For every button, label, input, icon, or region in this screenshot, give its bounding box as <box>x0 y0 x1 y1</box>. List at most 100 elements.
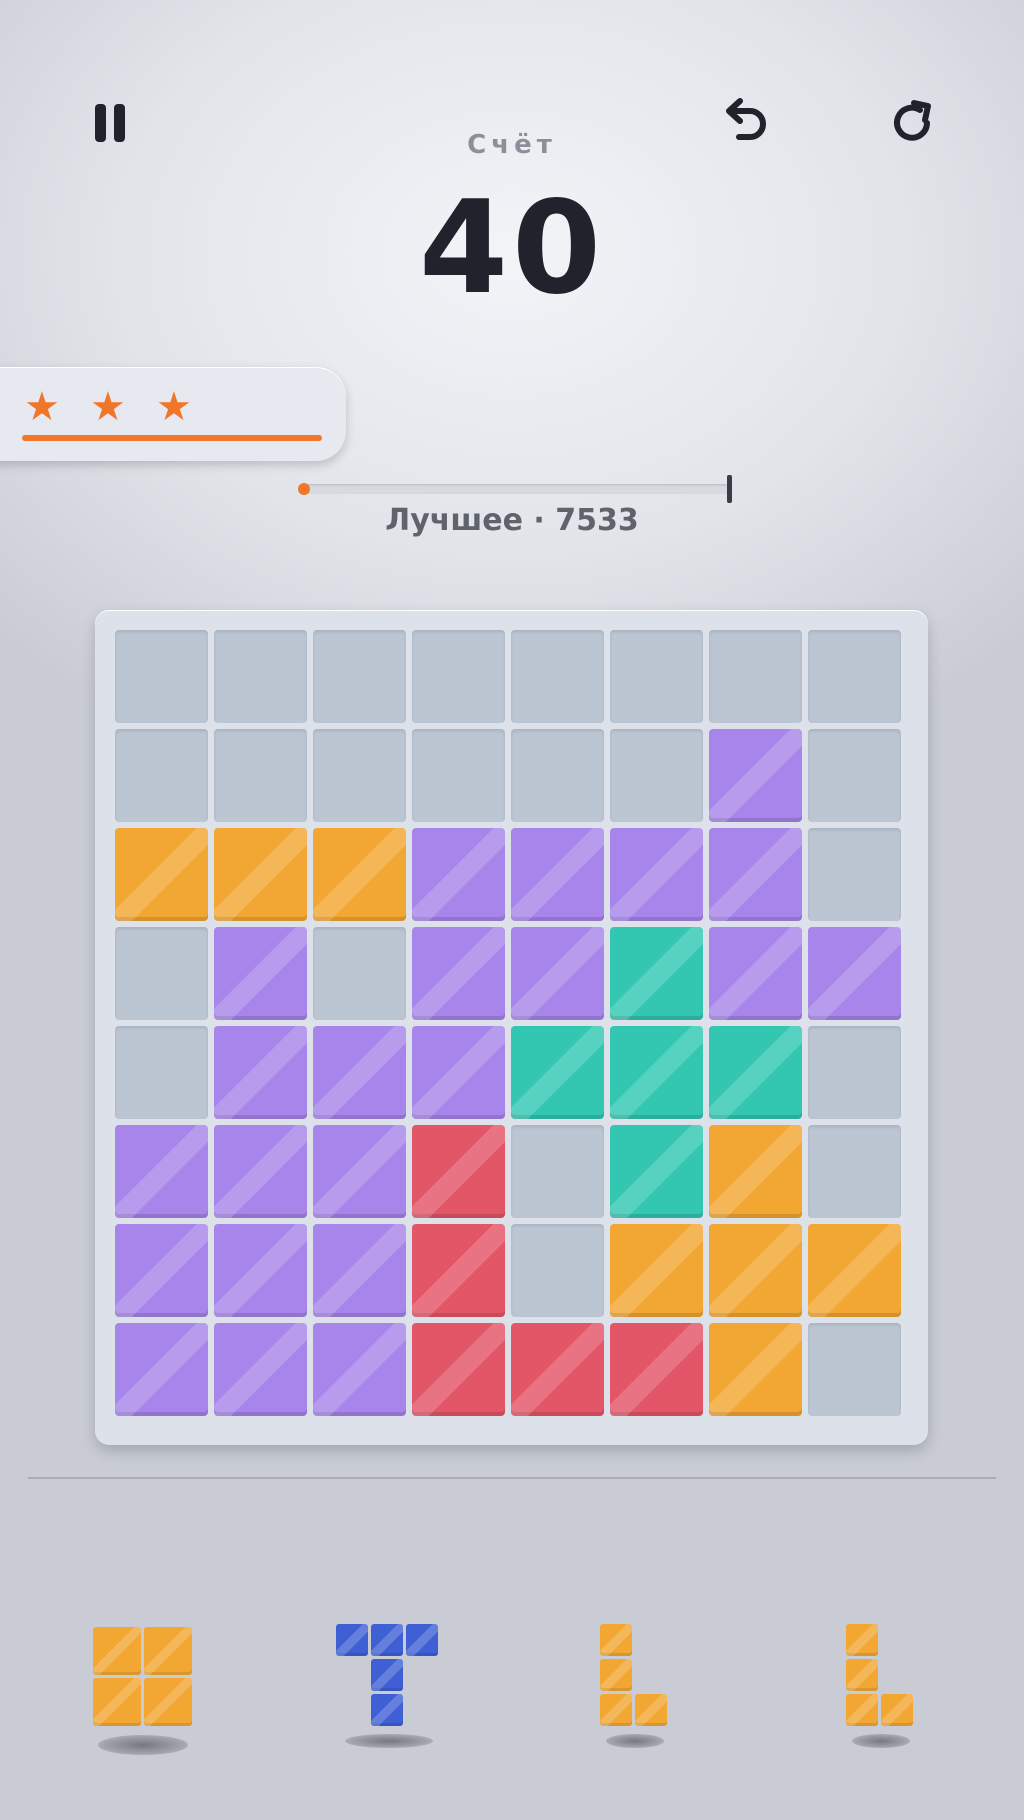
piece-cell <box>846 1694 878 1726</box>
board-cell-empty[interactable] <box>808 1026 901 1119</box>
piece-cell <box>846 1624 878 1656</box>
piece-cell <box>144 1627 192 1675</box>
board-cell-empty[interactable] <box>610 630 703 723</box>
board-cell-orange-block[interactable] <box>115 828 208 921</box>
board-cell-purple-block[interactable] <box>313 1224 406 1317</box>
score-value: 40 <box>418 174 606 323</box>
piece-shadow <box>345 1734 433 1748</box>
board-cell-purple-block[interactable] <box>511 927 604 1020</box>
board-cell-teal-block[interactable] <box>709 1026 802 1119</box>
board-cell-purple-block[interactable] <box>214 1224 307 1317</box>
board-cell-purple-block[interactable] <box>610 828 703 921</box>
board-cell-empty[interactable] <box>808 729 901 822</box>
star-icon: ★ <box>156 384 192 430</box>
board-cell-teal-block[interactable] <box>511 1026 604 1119</box>
board-cell-empty[interactable] <box>313 630 406 723</box>
piece-cell <box>371 1659 403 1691</box>
board-cell-empty[interactable] <box>511 1125 604 1218</box>
game-board[interactable] <box>95 610 928 1445</box>
board-cell-orange-block[interactable] <box>610 1224 703 1317</box>
piece-cell <box>600 1624 632 1656</box>
piece-cell <box>144 1678 192 1726</box>
board-cell-empty[interactable] <box>511 630 604 723</box>
board-cell-empty[interactable] <box>214 729 307 822</box>
stars-progress-bar <box>22 435 322 441</box>
board-cell-empty[interactable] <box>412 729 505 822</box>
board-cell-purple-block[interactable] <box>709 828 802 921</box>
piece-cell <box>93 1678 141 1726</box>
board-cell-purple-block[interactable] <box>313 1026 406 1119</box>
progress-marker <box>298 483 311 495</box>
board-cell-empty[interactable] <box>808 828 901 921</box>
piece-cell <box>635 1694 667 1726</box>
board-cell-red-block[interactable] <box>610 1323 703 1416</box>
piece-cell <box>600 1694 632 1726</box>
board-cell-empty[interactable] <box>808 630 901 723</box>
board-cell-empty[interactable] <box>115 630 208 723</box>
piece-shadow <box>852 1734 910 1748</box>
board-cell-empty[interactable] <box>313 927 406 1020</box>
stars-panel: ★ ★ ★ <box>0 367 346 461</box>
board-cell-purple-block[interactable] <box>808 927 901 1020</box>
piece-cell <box>93 1627 141 1675</box>
board-cell-empty[interactable] <box>115 927 208 1020</box>
piece-cell <box>371 1624 403 1656</box>
board-cell-red-block[interactable] <box>412 1323 505 1416</box>
board-cell-teal-block[interactable] <box>610 1026 703 1119</box>
board-cell-purple-block[interactable] <box>709 927 802 1020</box>
tray-piece-square-2x2[interactable] <box>93 1627 195 1729</box>
board-cell-purple-block[interactable] <box>709 729 802 822</box>
board-cell-empty[interactable] <box>511 729 604 822</box>
board-cell-orange-block[interactable] <box>313 828 406 921</box>
board-cell-purple-block[interactable] <box>115 1224 208 1317</box>
piece-cell <box>881 1694 913 1726</box>
best-score-label: Лучшее · 7533 <box>385 503 639 538</box>
board-cell-orange-block[interactable] <box>808 1224 901 1317</box>
board-cell-red-block[interactable] <box>412 1125 505 1218</box>
board-cell-purple-block[interactable] <box>412 927 505 1020</box>
star-icon: ★ <box>90 384 126 430</box>
board-cell-empty[interactable] <box>115 1026 208 1119</box>
score-label: Счёт <box>467 130 557 160</box>
board-cell-orange-block[interactable] <box>709 1125 802 1218</box>
board-cell-purple-block[interactable] <box>412 1026 505 1119</box>
board-cell-purple-block[interactable] <box>511 828 604 921</box>
board-cell-purple-block[interactable] <box>412 828 505 921</box>
board-cell-purple-block[interactable] <box>214 1125 307 1218</box>
board-cell-red-block[interactable] <box>412 1224 505 1317</box>
board-cell-empty[interactable] <box>511 1224 604 1317</box>
board-cell-empty[interactable] <box>808 1323 901 1416</box>
board-cell-empty[interactable] <box>313 729 406 822</box>
board-cell-empty[interactable] <box>709 630 802 723</box>
piece-cell <box>846 1659 878 1691</box>
piece-cell <box>406 1624 438 1656</box>
board-cell-empty[interactable] <box>610 729 703 822</box>
board-cell-purple-block[interactable] <box>313 1323 406 1416</box>
board-cell-purple-block[interactable] <box>214 1026 307 1119</box>
board-cell-orange-block[interactable] <box>709 1224 802 1317</box>
board-cell-purple-block[interactable] <box>214 927 307 1020</box>
piece-shadow <box>98 1735 188 1755</box>
tray-piece-l-piece[interactable] <box>600 1624 670 1729</box>
piece-shadow <box>606 1734 664 1748</box>
piece-cell <box>371 1694 403 1726</box>
board-cell-empty[interactable] <box>412 630 505 723</box>
board-cell-orange-block[interactable] <box>214 828 307 921</box>
board-cell-teal-block[interactable] <box>610 1125 703 1218</box>
divider <box>28 1477 996 1479</box>
board-cell-purple-block[interactable] <box>115 1125 208 1218</box>
board-cell-orange-block[interactable] <box>709 1323 802 1416</box>
board-cell-purple-block[interactable] <box>313 1125 406 1218</box>
piece-cell <box>600 1659 632 1691</box>
piece-cell <box>336 1624 368 1656</box>
tray-piece-l-piece[interactable] <box>846 1624 916 1729</box>
board-cell-empty[interactable] <box>115 729 208 822</box>
board-cell-teal-block[interactable] <box>610 927 703 1020</box>
board-cell-purple-block[interactable] <box>214 1323 307 1416</box>
board-cell-red-block[interactable] <box>511 1323 604 1416</box>
best-score-marker <box>727 475 732 503</box>
board-cell-empty[interactable] <box>808 1125 901 1218</box>
tray-piece-t-piece[interactable] <box>336 1624 441 1729</box>
board-cell-purple-block[interactable] <box>115 1323 208 1416</box>
board-cell-empty[interactable] <box>214 630 307 723</box>
